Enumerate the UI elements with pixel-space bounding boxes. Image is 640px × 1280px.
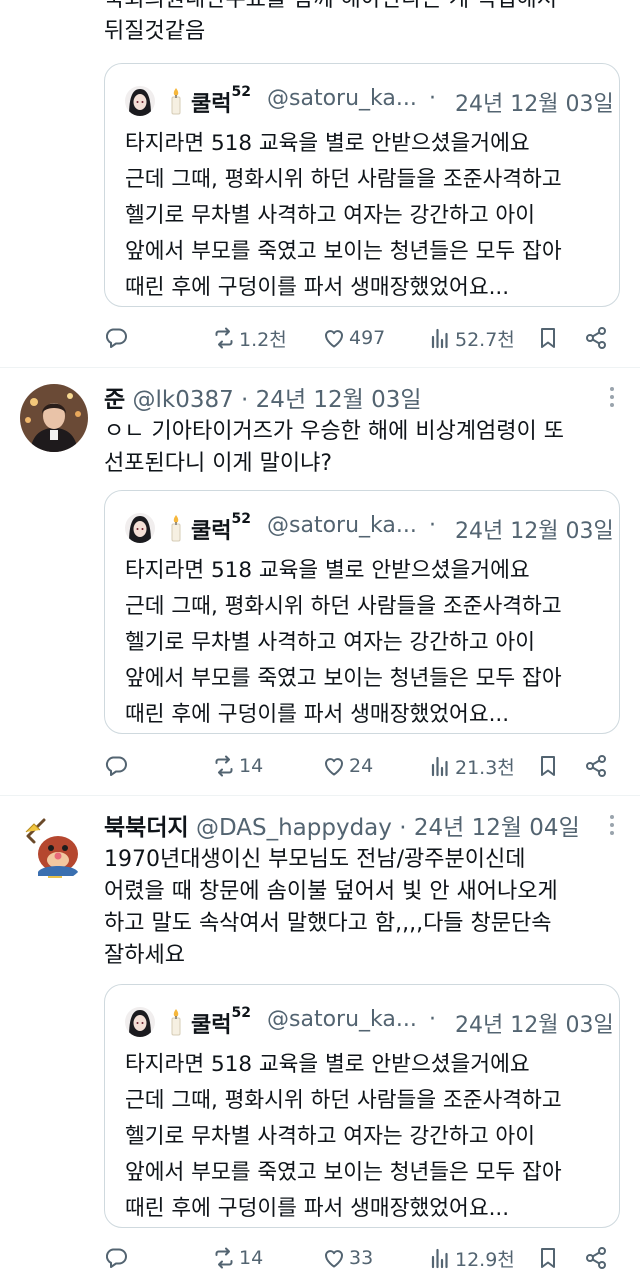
bookmark-button[interactable] [536,1242,560,1274]
tweet-header: 준 @lk0387 · 24년 12월 03일 [104,380,596,414]
reply-button[interactable] [104,1242,131,1274]
bookmark-button[interactable] [536,322,560,354]
tweet-actions: 14 24 21.3천 [104,746,620,786]
quoted-handle: @satoru_ka... [267,513,417,538]
separator-dot: · [429,1007,436,1032]
separator-dot: · [399,815,407,841]
heart-icon [324,758,344,776]
like-count: 497 [349,327,386,349]
heart-icon [324,1250,344,1268]
more-options-icon[interactable] [604,384,620,412]
candle-icon [167,1007,185,1037]
more-options-icon[interactable] [604,812,620,840]
share-button[interactable] [584,322,608,354]
handle[interactable]: @DAS_happyday [196,815,392,841]
avatar[interactable] [20,814,88,882]
share-button[interactable] [584,1242,608,1274]
tweet-text: ㅇㄴ 기아타이거즈가 우승한 해에 비상계엄령이 또 선포된다니 이게 말이냐? [104,419,565,476]
display-name[interactable]: 북북더지 [104,815,189,841]
retweet-button[interactable]: 14 [212,1242,263,1274]
quoted-tweet-text: 타지라면 518 교육을 별로 안받으셨을거에요 근데 그때, 평화시위 하던 … [125,1052,562,1221]
quoted-tweet[interactable]: 쿨럭52 @satoru_ka... · 24년 12월 03일 타지라면 51… [104,490,620,734]
quoted-date: 24년 12월 03일 [455,519,614,544]
quoted-date: 24년 12월 03일 [455,92,614,117]
quoted-handle: @satoru_ka... [267,86,417,111]
retweet-count: 1.2천 [239,328,287,351]
retweet-button[interactable]: 1.2천 [212,322,287,354]
tweet-actions: 1.2천 497 52.7천 [104,318,620,358]
reply-icon [105,328,127,348]
tweet-header: 북북더지 @DAS_happyday · 24년 12월 04일 [104,808,596,842]
like-button[interactable]: 33 [322,1242,373,1274]
like-count: 24 [349,755,374,777]
quoted-avatar [125,513,155,543]
quoted-handle: @satoru_ka... [267,1007,417,1032]
quoted-tweet[interactable]: 쿨럭52 @satoru_ka... · 24년 12월 03일 타지라면 51… [104,984,620,1228]
views-button[interactable]: 52.7천 [428,322,515,354]
views-button[interactable]: 21.3천 [428,750,515,782]
tweet-text: 1970년대생이신 부모님도 전남/광주분이신데 어렸을 때 창문에 솜이불 덮… [104,847,558,968]
separator-dot: · [429,86,436,111]
separator-dot: · [241,387,249,413]
tweet-post[interactable]: 준 @lk0387 · 24년 12월 03일 ㅇㄴ 기아타이거즈가 우승한 해… [0,368,640,796]
bookmark-icon [541,756,555,776]
retweet-count: 14 [239,755,264,777]
bookmark-icon [541,328,555,348]
tweet-post[interactable]: 국회의원내란수표를 함께 해야한다는 게 직접해서 뒤질것같음 쿨럭52 @sa… [0,0,640,368]
quoted-avatar [125,86,155,116]
quoted-date: 24년 12월 03일 [455,1013,614,1038]
share-icon [586,327,606,349]
views-icon [431,756,448,777]
views-icon [431,328,448,349]
tweet-post[interactable]: 북북더지 @DAS_happyday · 24년 12월 04일 1970년대생… [0,796,640,1280]
like-count: 33 [349,1247,374,1269]
bookmark-button[interactable] [536,750,560,782]
tweet-text: 국회의원내란수표를 함께 해야한다는 게 직접해서 뒤질것같음 [104,0,557,44]
reply-icon [105,756,127,776]
views-count: 12.9천 [455,1248,515,1271]
views-count: 52.7천 [455,328,515,351]
reply-button[interactable] [104,750,131,782]
separator-dot: · [429,513,436,538]
tweet-actions: 14 33 12.9천 [104,1238,620,1278]
reply-button[interactable] [104,322,131,354]
avatar[interactable] [20,384,88,452]
share-icon [586,755,606,777]
heart-icon [324,330,344,348]
quoted-avatar [125,1007,155,1037]
quoted-tweet[interactable]: 쿨럭52 @satoru_ka... · 24년 12월 03일 타지라면 51… [104,63,620,307]
reply-icon [105,1248,127,1268]
retweet-count: 14 [239,1247,264,1269]
handle[interactable]: @lk0387 [132,387,233,413]
share-icon [586,1247,606,1269]
quoted-tweet-text: 타지라면 518 교육을 별로 안받으셨을거에요 근데 그때, 평화시위 하던 … [125,558,562,727]
quoted-tweet-text: 타지라면 518 교육을 별로 안받으셨을거에요 근데 그때, 평화시위 하던 … [125,131,562,300]
tweet-date[interactable]: 24년 12월 03일 [256,387,422,413]
views-button[interactable]: 12.9천 [428,1242,515,1274]
display-name[interactable]: 준 [104,387,125,413]
quoted-display-name: 쿨럭52 [191,511,251,544]
views-icon [431,1248,448,1269]
retweet-icon [215,1247,233,1269]
quoted-display-name: 쿨럭52 [191,1005,251,1038]
quoted-display-name: 쿨럭52 [191,84,251,117]
views-count: 21.3천 [455,756,515,779]
retweet-icon [215,755,233,777]
candle-icon [167,513,185,543]
retweet-button[interactable]: 14 [212,750,263,782]
share-button[interactable] [584,750,608,782]
like-button[interactable]: 24 [322,750,373,782]
like-button[interactable]: 497 [322,322,385,354]
candle-icon [167,86,185,116]
tweet-date[interactable]: 24년 12월 04일 [414,815,580,841]
retweet-icon [215,327,233,349]
bookmark-icon [541,1248,555,1268]
